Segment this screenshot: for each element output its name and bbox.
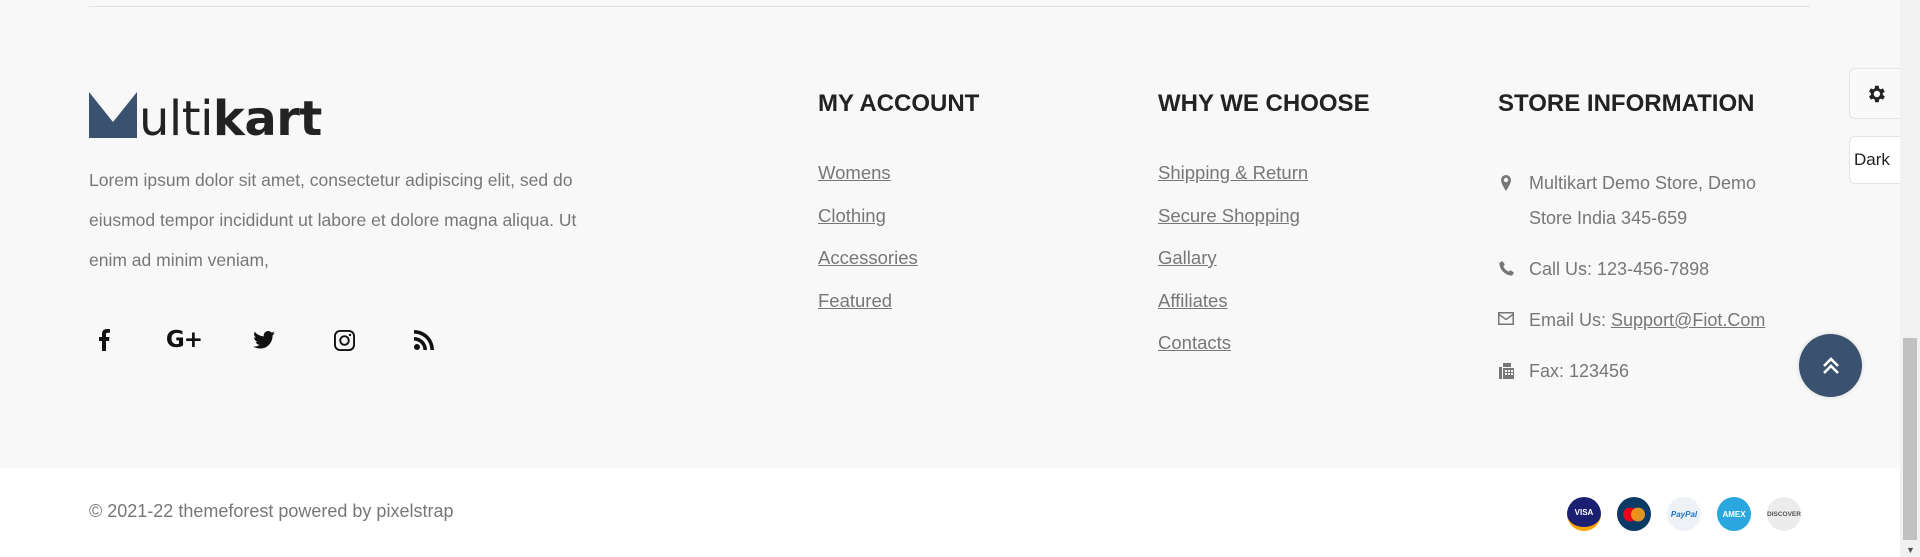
link-accessories[interactable]: Accessories	[818, 247, 918, 268]
scroll-down-arrow-icon[interactable]: ▼	[1906, 545, 1915, 555]
list-item: Gallary	[1158, 247, 1308, 290]
google-plus-icon[interactable]: G+	[166, 325, 203, 355]
envelope-icon	[1498, 303, 1514, 325]
link-womens[interactable]: Womens	[818, 162, 891, 183]
link-affiliates[interactable]: Affiliates	[1158, 290, 1228, 311]
link-contacts[interactable]: Contacts	[1158, 332, 1231, 353]
why-we-choose-links: Shipping & Return Secure Shopping Gallar…	[1158, 162, 1308, 375]
double-chevron-up-icon	[1822, 356, 1839, 374]
store-address: Multikart Demo Store, Demo Store India 3…	[1498, 166, 1818, 236]
footer-bottom-bar: © 2021-22 themeforest powered by pixelst…	[0, 468, 1900, 557]
paypal-icon[interactable]: PayPal	[1667, 497, 1701, 531]
list-item: Featured	[818, 290, 918, 333]
list-item: Contacts	[1158, 332, 1308, 375]
back-to-top-button[interactable]	[1799, 334, 1862, 397]
store-fax: Fax: 123456	[1498, 354, 1818, 389]
fax-icon	[1498, 354, 1514, 379]
store-email-text: Email Us: Support@Fiot.Com	[1529, 310, 1766, 330]
link-gallary[interactable]: Gallary	[1158, 247, 1217, 268]
mastercard-icon[interactable]	[1617, 497, 1651, 531]
social-links: G+	[89, 325, 489, 355]
twitter-icon[interactable]	[249, 325, 279, 355]
list-item: Shipping & Return	[1158, 162, 1308, 205]
link-featured[interactable]: Featured	[818, 290, 892, 311]
footer-divider	[89, 6, 1810, 7]
link-clothing[interactable]: Clothing	[818, 205, 886, 226]
list-item: Secure Shopping	[1158, 205, 1308, 248]
store-address-text: Multikart Demo Store, Demo Store India 3…	[1529, 173, 1757, 228]
phone-icon	[1498, 252, 1514, 276]
visa-icon[interactable]: VISA	[1567, 497, 1601, 531]
logo-m-icon	[89, 92, 137, 138]
my-account-links: Womens Clothing Accessories Featured	[818, 162, 918, 332]
discover-icon[interactable]: DISCOVER	[1767, 497, 1801, 531]
settings-button[interactable]	[1849, 68, 1901, 119]
store-fax-text: Fax: 123456	[1529, 361, 1630, 381]
store-info-list: Multikart Demo Store, Demo Store India 3…	[1498, 166, 1818, 405]
why-we-choose-heading: WHY WE CHOOSE	[1158, 90, 1370, 117]
list-item: Clothing	[818, 205, 918, 248]
dark-mode-button[interactable]: Dark	[1849, 136, 1900, 184]
page-scrollbar[interactable]: ▼	[1900, 0, 1920, 557]
facebook-icon[interactable]	[89, 325, 119, 355]
my-account-heading: MY ACCOUNT	[818, 90, 980, 117]
footer-about-text: Lorem ipsum dolor sit amet, consectetur …	[89, 170, 577, 270]
list-item: Womens	[818, 162, 918, 205]
list-item: Accessories	[818, 247, 918, 290]
store-email: Email Us: Support@Fiot.Com	[1498, 303, 1818, 338]
amex-icon[interactable]: AMEX	[1717, 497, 1751, 531]
store-information-heading: STORE INFORMATION	[1498, 90, 1755, 117]
payment-methods: VISA PayPal AMEX DISCOVER	[1567, 497, 1817, 531]
email-link[interactable]: Support@Fiot.Com	[1611, 310, 1765, 330]
store-phone-text: Call Us: 123-456-7898	[1529, 259, 1710, 279]
multikart-logo[interactable]: ultikart	[89, 91, 322, 147]
link-secure-shopping[interactable]: Secure Shopping	[1158, 205, 1300, 226]
logo-wordmark: ultikart	[139, 91, 322, 147]
link-shipping-return[interactable]: Shipping & Return	[1158, 162, 1308, 183]
list-item: Affiliates	[1158, 290, 1308, 333]
scrollbar-thumb[interactable]	[1903, 338, 1917, 540]
map-marker-icon	[1498, 166, 1514, 191]
rss-icon[interactable]	[409, 325, 439, 355]
store-phone: Call Us: 123-456-7898	[1498, 252, 1818, 287]
gear-icon	[1868, 85, 1885, 102]
copyright-text: © 2021-22 themeforest powered by pixelst…	[89, 501, 454, 521]
instagram-icon[interactable]	[329, 325, 359, 355]
